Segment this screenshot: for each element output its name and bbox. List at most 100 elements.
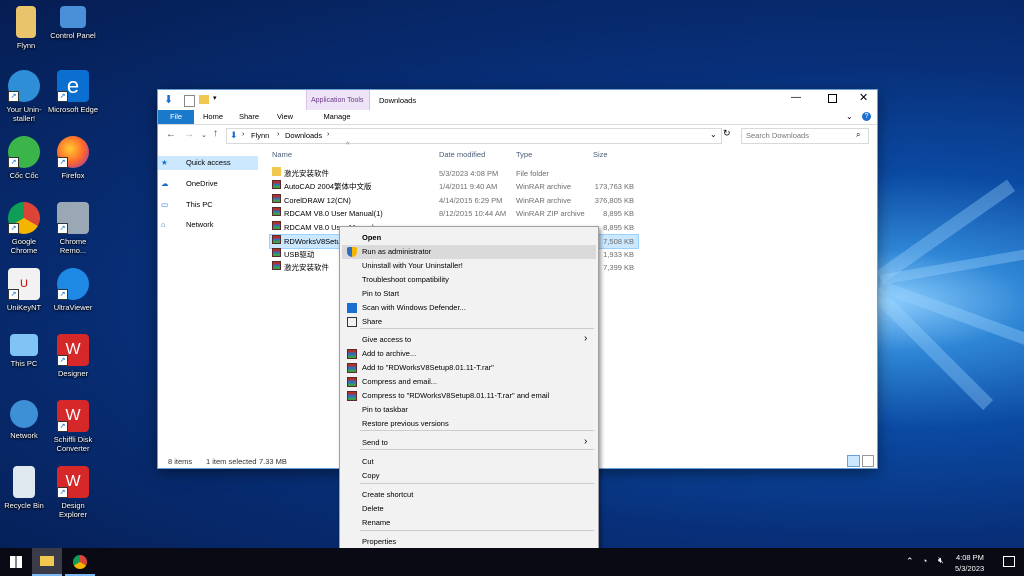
desktop-icon-network[interactable]: Network xyxy=(0,400,50,440)
star-icon: ★ xyxy=(161,158,168,167)
wifi-icon[interactable]: ◔ xyxy=(922,556,927,566)
menu-item[interactable]: Delete xyxy=(342,502,596,516)
close-button[interactable]: ✕ xyxy=(859,91,868,104)
taskbar-chrome[interactable] xyxy=(65,548,95,576)
column-header-name[interactable]: Name xyxy=(272,150,292,159)
new-folder-icon[interactable] xyxy=(199,95,209,104)
tab-manage[interactable]: Manage xyxy=(308,110,366,124)
desktop-icon-coccoc[interactable]: ↗ Cốc Cốc xyxy=(0,136,50,180)
desktop-icon-design-explorer[interactable]: W ↗ Design Explorer xyxy=(47,466,99,519)
large-icons-view-button[interactable] xyxy=(862,455,874,467)
refresh-button[interactable]: ↻ xyxy=(723,128,731,139)
context-menu: Open Run as administrator Uninstall with Y… xyxy=(339,226,599,551)
winrar-icon xyxy=(272,248,281,257)
menu-item[interactable]: Pin to Start xyxy=(342,287,596,301)
menu-item[interactable]: Open xyxy=(342,231,596,245)
nav-network[interactable]: ⌂ Network xyxy=(158,218,258,232)
menu-item[interactable]: Create shortcut xyxy=(342,488,596,502)
desktop-icon-firefox[interactable]: ↗ Firefox xyxy=(47,136,99,180)
forward-button[interactable]: → xyxy=(184,129,194,140)
tab-file[interactable]: File xyxy=(158,110,194,124)
nav-this-pc[interactable]: ▭ This PC xyxy=(158,198,258,212)
quick-access-down-arrow-icon[interactable]: ⬇ xyxy=(164,93,173,106)
file-date: 8/12/2015 10:44 AM xyxy=(439,209,507,218)
file-row[interactable]: 激光安装软件 5/3/2023 4:08 PM File folder xyxy=(270,167,638,180)
search-box[interactable]: Search Downloads ⌕ xyxy=(741,128,869,144)
network-icon xyxy=(10,400,38,428)
column-header-date[interactable]: Date modified xyxy=(439,150,485,159)
column-header-type[interactable]: Type xyxy=(516,150,532,159)
clock-date[interactable]: 5/3/2023 xyxy=(955,564,984,573)
desktop-icon-recycle-bin[interactable]: Recycle Bin xyxy=(0,466,50,510)
expand-ribbon-icon[interactable]: ⌄ xyxy=(846,112,853,121)
menu-item[interactable]: Send to › xyxy=(342,436,596,450)
desktop-icon-this-pc[interactable]: This PC xyxy=(0,334,50,368)
menu-item[interactable]: Share xyxy=(342,315,596,329)
nav-quick-access[interactable]: ★ Quick access xyxy=(158,156,258,170)
winrar-icon xyxy=(272,221,281,230)
taskbar-file-explorer[interactable] xyxy=(32,548,62,576)
menu-item[interactable]: Pin to taskbar xyxy=(342,403,596,417)
breadcrumb-sep-icon: › xyxy=(277,131,280,138)
menu-item[interactable]: Copy xyxy=(342,469,596,483)
column-header-size[interactable]: Size xyxy=(593,150,608,159)
up-button[interactable]: ↑ xyxy=(213,128,218,139)
breadcrumb-flynn[interactable]: Flynn xyxy=(251,131,269,140)
properties-icon[interactable] xyxy=(184,95,195,107)
menu-item[interactable]: Give access to › xyxy=(342,333,596,347)
address-bar[interactable]: ⬇ › Flynn › Downloads › ⌄ xyxy=(226,128,722,144)
menu-item[interactable]: Rename xyxy=(342,516,596,530)
search-icon: ⌕ xyxy=(856,130,861,139)
shortcut-arrow-icon: ↗ xyxy=(8,157,19,168)
start-button[interactable] xyxy=(0,548,30,576)
tab-home[interactable]: Home xyxy=(198,110,228,124)
desktop-icon-ultraviewer[interactable]: ↗ UltraViewer xyxy=(47,268,99,312)
desktop-icon-your-uninstaller[interactable]: ↗ Your Unin-staller! xyxy=(0,70,50,123)
schiffli-icon: W ↗ xyxy=(57,400,89,432)
file-date: 1/4/2011 9:40 AM xyxy=(439,182,498,191)
desktop-icon-flynn[interactable]: Flynn xyxy=(0,6,52,50)
menu-item[interactable]: Troubleshoot compatibility xyxy=(342,273,596,287)
menu-item[interactable]: Add to archive... xyxy=(342,347,596,361)
menu-item-label: Share xyxy=(362,317,383,326)
desktop-icon-schiffli[interactable]: W ↗ Schiffli Disk Converter xyxy=(47,400,99,453)
menu-item[interactable]: Restore previous versions xyxy=(342,417,596,431)
menu-item[interactable]: Compress and email... xyxy=(342,375,596,389)
file-row[interactable]: CorelDRAW 12(CN) 4/14/2015 6:29 PM WinRAR … xyxy=(270,194,638,207)
menu-item[interactable]: Add to "RDWorksV8Setup8.01.11-T.rar" xyxy=(342,361,596,375)
help-icon[interactable]: ? xyxy=(862,112,871,121)
menu-item[interactable]: Properties xyxy=(342,535,596,549)
details-view-button[interactable] xyxy=(847,455,860,467)
desktop-icon-edge[interactable]: e ↗ Microsoft Edge xyxy=(47,70,99,114)
tab-view[interactable]: View xyxy=(270,110,300,124)
desktop-icon-chrome-remote[interactable]: ↗ Chrome Remo... xyxy=(47,202,99,255)
designer-icon: W ↗ xyxy=(57,334,89,366)
desktop-icon-designer[interactable]: W ↗ Designer xyxy=(47,334,99,378)
desktop-icon-chrome[interactable]: ↗ Google Chrome xyxy=(0,202,50,255)
minimize-button[interactable]: — xyxy=(791,92,801,103)
menu-item[interactable]: Compress to "RDWorksV8Setup8.01.11-T.rar… xyxy=(342,389,596,403)
menu-item[interactable]: Scan with Windows Defender... xyxy=(342,301,596,315)
file-row[interactable]: RDCAM V8.0 User Manual(1) 8/12/2015 10:44… xyxy=(270,207,638,220)
back-button[interactable]: ← xyxy=(166,129,176,140)
desktop-icon-unikey[interactable]: U ↗ UniKeyNT xyxy=(0,268,50,312)
menu-item-label: Create shortcut xyxy=(362,490,414,499)
breadcrumb-sep-icon: › xyxy=(327,131,330,138)
menu-item[interactable]: Uninstall with Your Uninstaller! xyxy=(342,259,596,273)
file-row[interactable]: AutoCAD 2004繁体中文版 1/4/2011 9:40 AM WinRAR … xyxy=(270,180,638,193)
show-hidden-icons-icon[interactable]: ⌃ xyxy=(906,556,914,567)
clock-time[interactable]: 4:08 PM xyxy=(956,553,984,562)
nav-onedrive[interactable]: ☁ OneDrive xyxy=(158,177,258,191)
notifications-icon[interactable] xyxy=(1003,556,1015,567)
breadcrumb-downloads[interactable]: Downloads xyxy=(285,131,322,140)
tab-share[interactable]: Share xyxy=(234,110,264,124)
desktop-icon-control-panel[interactable]: Control Panel xyxy=(46,6,100,40)
maximize-button[interactable] xyxy=(828,94,837,103)
control-panel-icon xyxy=(60,6,86,28)
menu-item[interactable]: Cut xyxy=(342,455,596,469)
address-dropdown-icon[interactable]: ⌄ xyxy=(710,130,717,139)
recent-locations-icon[interactable]: ⌄ xyxy=(201,131,207,139)
customize-toolbar-icon[interactable]: ▾ xyxy=(213,94,217,102)
volume-muted-icon[interactable]: 🔇︎ xyxy=(938,555,944,566)
menu-item[interactable]: Run as administrator xyxy=(342,245,596,259)
